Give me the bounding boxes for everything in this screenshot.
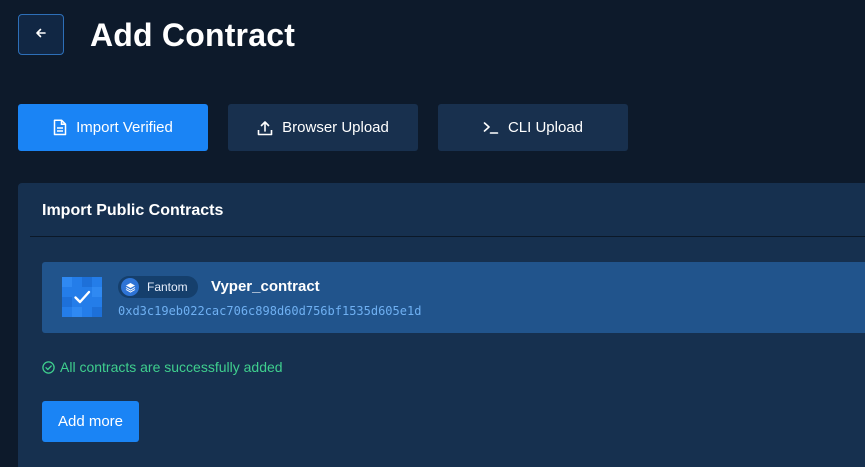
tab-browser-upload[interactable]: Browser Upload xyxy=(228,104,418,151)
layers-icon xyxy=(121,278,139,296)
document-icon xyxy=(53,119,67,136)
add-more-button[interactable]: Add more xyxy=(42,401,139,442)
tab-import-verified[interactable]: Import Verified xyxy=(18,104,208,151)
terminal-icon xyxy=(483,121,499,135)
add-contract-page: Add Contract Import Verified Browser Upl… xyxy=(0,0,865,467)
tab-label: Import Verified xyxy=(76,119,173,136)
contract-address: 0xd3c19eb022cac706c898d60d756bf1535d605e… xyxy=(118,304,422,318)
success-text: All contracts are successfully added xyxy=(60,359,283,375)
upload-icon xyxy=(257,120,273,136)
back-button[interactable] xyxy=(18,14,64,55)
contract-list-item[interactable]: Fantom Vyper_contract 0xd3c19eb022cac706… xyxy=(42,262,865,333)
success-message: All contracts are successfully added xyxy=(42,359,283,375)
divider xyxy=(30,236,865,237)
network-badge: Fantom xyxy=(118,276,198,298)
contract-name: Vyper_contract xyxy=(211,278,320,295)
tab-label: Browser Upload xyxy=(282,119,389,136)
check-circle-icon xyxy=(42,360,55,374)
arrow-left-icon xyxy=(35,26,47,44)
tab-cli-upload[interactable]: CLI Upload xyxy=(438,104,628,151)
contract-avatar[interactable] xyxy=(62,277,102,317)
page-title: Add Contract xyxy=(90,17,296,53)
tab-label: CLI Upload xyxy=(507,119,584,136)
card-title: Import Public Contracts xyxy=(42,202,224,219)
import-public-contracts-card: Import Public Contracts Fantom Vyper_con… xyxy=(18,183,865,467)
network-label: Fantom xyxy=(147,280,188,294)
